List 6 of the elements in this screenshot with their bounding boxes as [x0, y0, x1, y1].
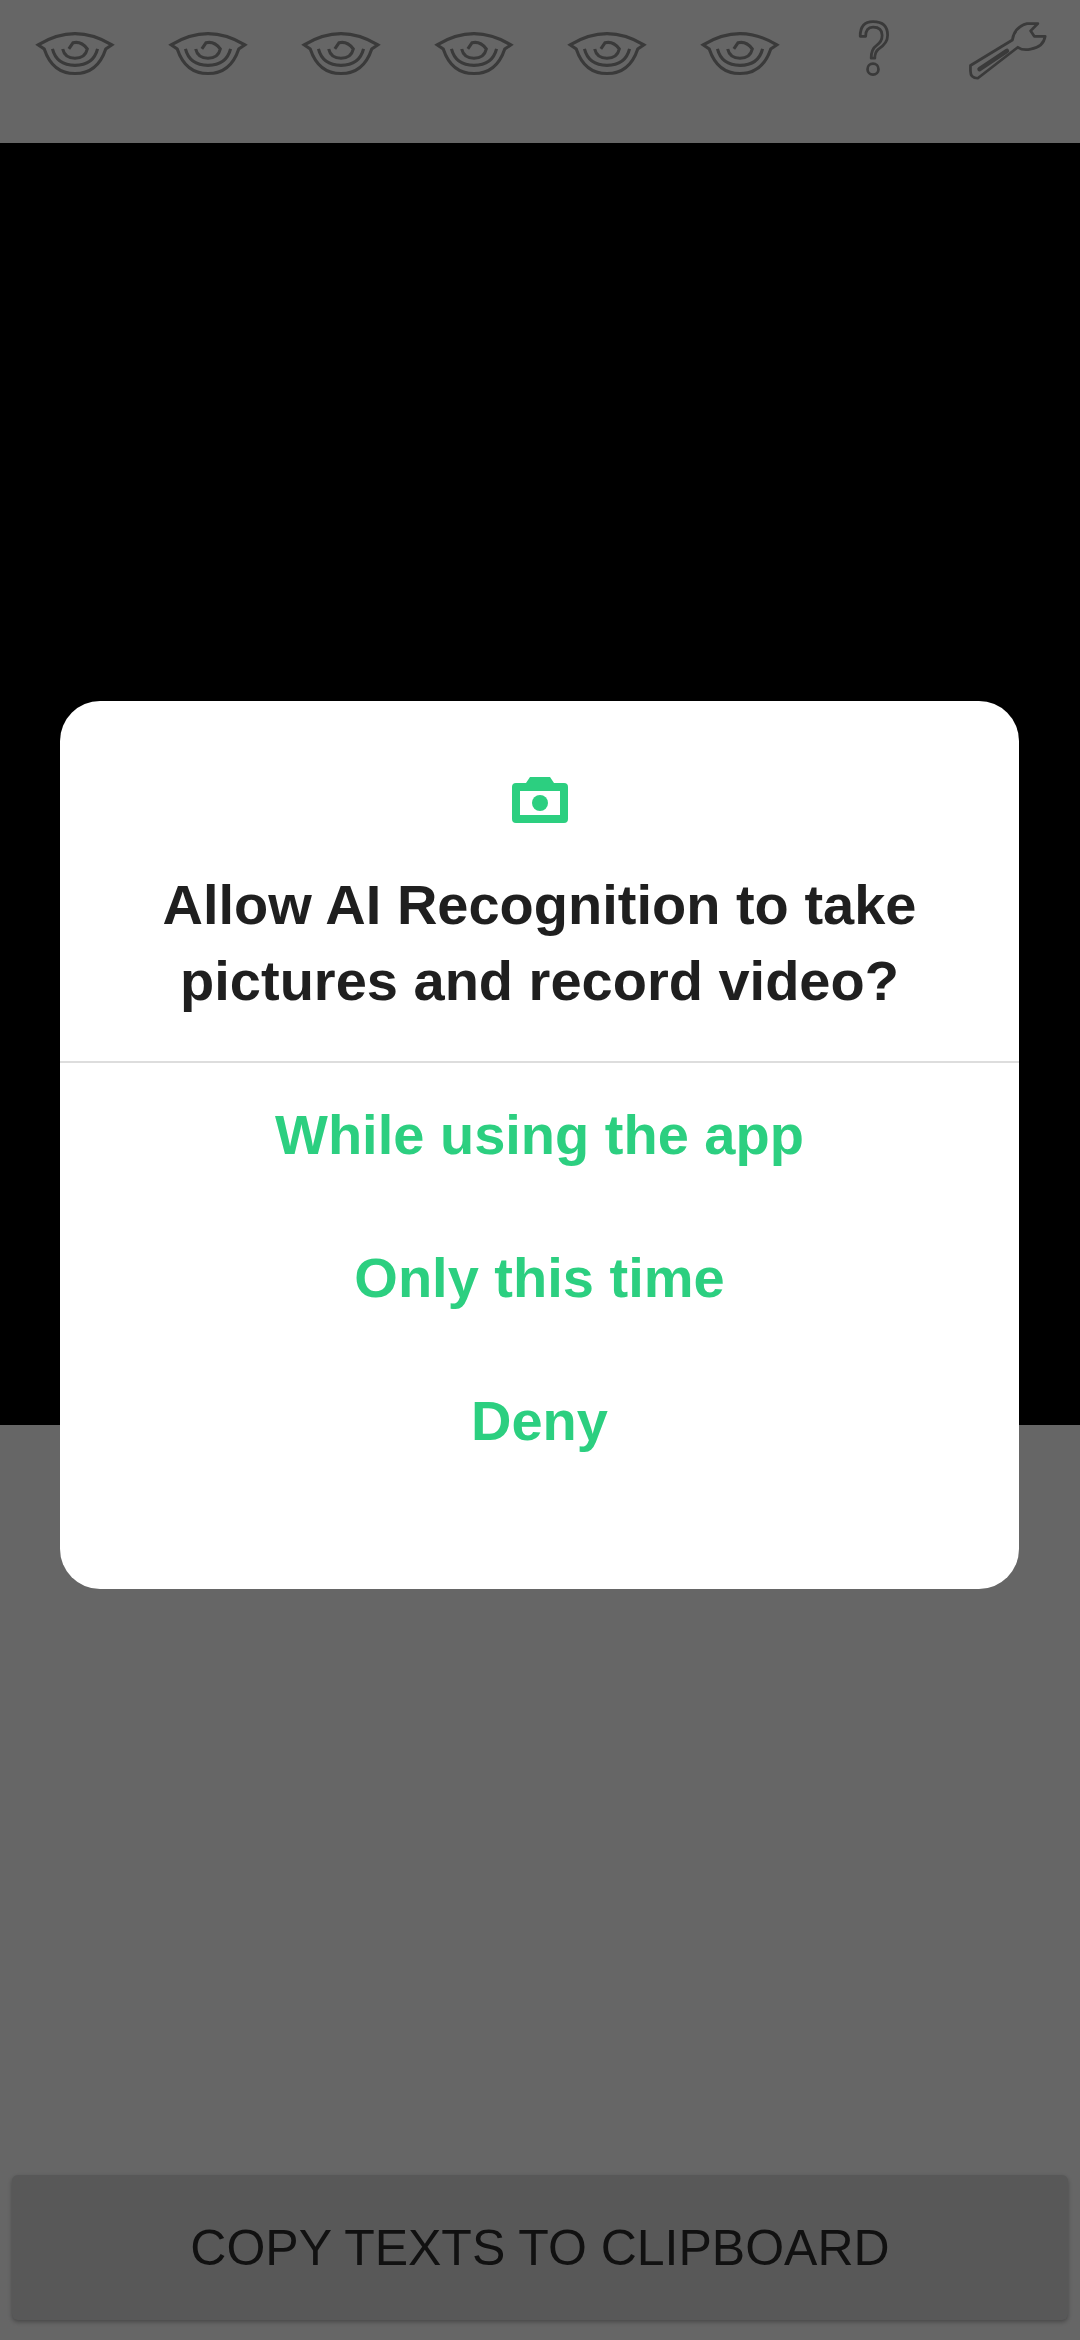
camera-icon	[509, 775, 570, 825]
permission-option[interactable]: While using the app	[245, 1063, 834, 1206]
permission-option[interactable]: Deny	[441, 1349, 638, 1492]
permission-option[interactable]: Only this time	[324, 1206, 755, 1349]
copy-button[interactable]: COPY TEXTS TO CLIPBOARD	[12, 2175, 1068, 2320]
dialog-title: Allow AI Recognition to take pictures and record video?	[161, 872, 918, 1014]
